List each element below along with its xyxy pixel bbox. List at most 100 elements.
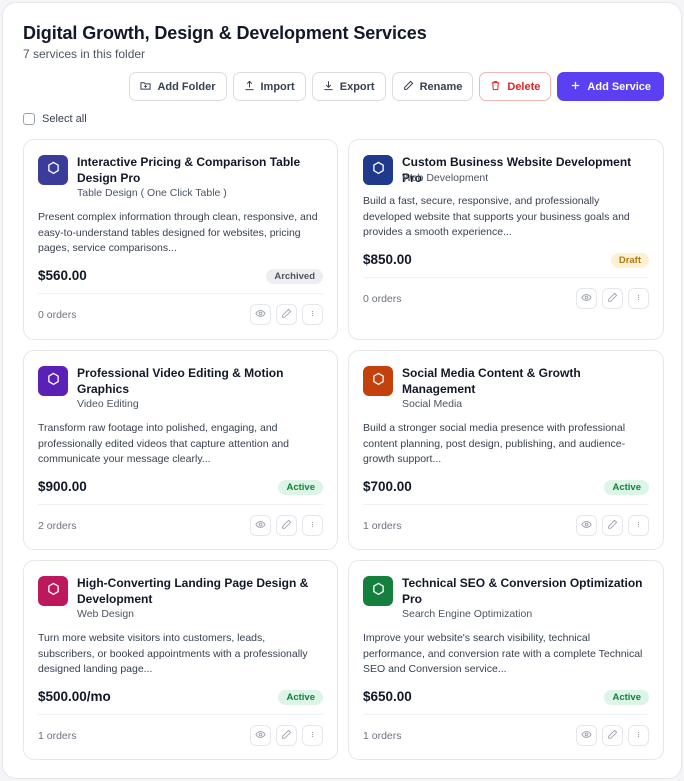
more-button[interactable] — [628, 725, 649, 746]
service-title[interactable]: Interactive Pricing & Comparison Table D… — [77, 155, 325, 186]
status-badge: Archived — [266, 269, 323, 284]
hexagon-icon — [47, 161, 60, 180]
more-button[interactable] — [628, 515, 649, 536]
card-divider — [38, 714, 323, 715]
add-service-button[interactable]: Add Service — [557, 72, 664, 101]
card-actions — [250, 515, 323, 536]
service-category: Search Engine Optimization — [402, 608, 533, 620]
more-vertical-icon — [633, 290, 644, 308]
eye-icon — [581, 727, 592, 745]
select-all-checkbox[interactable] — [23, 113, 35, 125]
service-card[interactable]: High-Converting Landing Page Design & De… — [23, 560, 338, 760]
order-count: 1 orders — [38, 730, 77, 742]
folder-panel: Digital Growth, Design & Development Ser… — [2, 2, 682, 779]
service-price: $650.00 — [363, 689, 412, 704]
more-button[interactable] — [302, 725, 323, 746]
card-actions — [576, 725, 649, 746]
pencil-icon — [403, 80, 414, 94]
page-title: Digital Growth, Design & Development Ser… — [23, 23, 427, 43]
pencil-icon — [281, 517, 292, 535]
rename-button[interactable]: Rename — [391, 72, 474, 101]
pencil-icon — [281, 306, 292, 324]
view-button[interactable] — [576, 725, 597, 746]
select-all[interactable]: Select all — [23, 113, 87, 125]
more-button[interactable] — [302, 515, 323, 536]
pencil-icon — [607, 727, 618, 745]
add-folder-button[interactable]: Add Folder — [129, 72, 227, 101]
view-button[interactable] — [576, 515, 597, 536]
status-badge: Active — [278, 480, 323, 495]
service-card[interactable]: Custom Business Website Development Pro … — [348, 139, 664, 340]
service-title[interactable]: Technical SEO & Conversion Optimization … — [402, 576, 651, 607]
service-description: Build a fast, secure, responsive, and pr… — [363, 195, 630, 238]
hexagon-icon — [47, 372, 60, 391]
status-badge: Active — [604, 480, 649, 495]
card-divider — [38, 504, 323, 505]
service-card[interactable]: Interactive Pricing & Comparison Table D… — [23, 139, 338, 340]
hexagon-icon — [372, 161, 385, 180]
status-badge: Active — [604, 690, 649, 705]
eye-icon — [581, 290, 592, 308]
edit-button[interactable] — [276, 725, 297, 746]
download-icon — [323, 80, 334, 94]
service-description: Improve your website's search visibility… — [363, 632, 643, 675]
service-icon-badge — [363, 366, 393, 396]
hexagon-icon — [47, 582, 60, 601]
service-title[interactable]: Professional Video Editing & Motion Grap… — [77, 366, 325, 397]
more-vertical-icon — [307, 306, 318, 324]
pencil-icon — [281, 727, 292, 745]
service-description: Transform raw footage into polished, eng… — [38, 422, 290, 465]
service-price: $500.00/mo — [38, 689, 111, 704]
more-button[interactable] — [302, 304, 323, 325]
service-category: Web Development — [402, 172, 489, 184]
order-count: 1 orders — [363, 730, 402, 742]
import-button[interactable]: Import — [232, 72, 306, 101]
eye-icon — [581, 517, 592, 535]
card-divider — [363, 504, 649, 505]
service-icon-badge — [363, 155, 393, 185]
pencil-icon — [607, 517, 618, 535]
service-category: Social Media — [402, 398, 463, 410]
more-button[interactable] — [628, 288, 649, 309]
view-button[interactable] — [250, 304, 271, 325]
service-category: Video Editing — [77, 398, 139, 410]
service-card[interactable]: Professional Video Editing & Motion Grap… — [23, 350, 338, 550]
service-icon-badge — [38, 366, 68, 396]
service-category: Web Design — [77, 608, 135, 620]
card-divider — [363, 714, 649, 715]
edit-button[interactable] — [602, 288, 623, 309]
edit-button[interactable] — [276, 304, 297, 325]
export-button[interactable]: Export — [311, 72, 386, 101]
view-button[interactable] — [250, 515, 271, 536]
card-divider — [363, 277, 649, 278]
delete-button[interactable]: Delete — [479, 72, 552, 101]
edit-button[interactable] — [602, 515, 623, 536]
view-button[interactable] — [576, 288, 597, 309]
more-vertical-icon — [633, 517, 644, 535]
service-description: Turn more website visitors into customer… — [38, 632, 308, 675]
service-price: $900.00 — [38, 479, 87, 494]
service-price: $700.00 — [363, 479, 412, 494]
service-title[interactable]: Social Media Content & Growth Management — [402, 366, 651, 397]
service-icon-badge — [38, 576, 68, 606]
toolbar: Add Folder Import Export Rename Delete A… — [129, 72, 664, 101]
more-vertical-icon — [633, 727, 644, 745]
view-button[interactable] — [250, 725, 271, 746]
service-card[interactable]: Technical SEO & Conversion Optimization … — [348, 560, 664, 760]
service-card[interactable]: Social Media Content & Growth Management… — [348, 350, 664, 550]
card-actions — [250, 304, 323, 325]
eye-icon — [255, 727, 266, 745]
card-actions — [576, 515, 649, 536]
service-category: Table Design ( One Click Table ) — [77, 187, 227, 199]
plus-icon — [570, 80, 581, 94]
edit-button[interactable] — [602, 725, 623, 746]
service-title[interactable]: High-Converting Landing Page Design & De… — [77, 576, 325, 607]
status-badge: Draft — [610, 253, 649, 268]
eye-icon — [255, 517, 266, 535]
service-icon-badge — [38, 155, 68, 185]
trash-icon — [490, 80, 501, 94]
service-grid: Interactive Pricing & Comparison Table D… — [23, 139, 664, 760]
edit-button[interactable] — [276, 515, 297, 536]
card-divider — [38, 293, 323, 294]
service-description: Build a stronger social media presence w… — [363, 422, 626, 465]
